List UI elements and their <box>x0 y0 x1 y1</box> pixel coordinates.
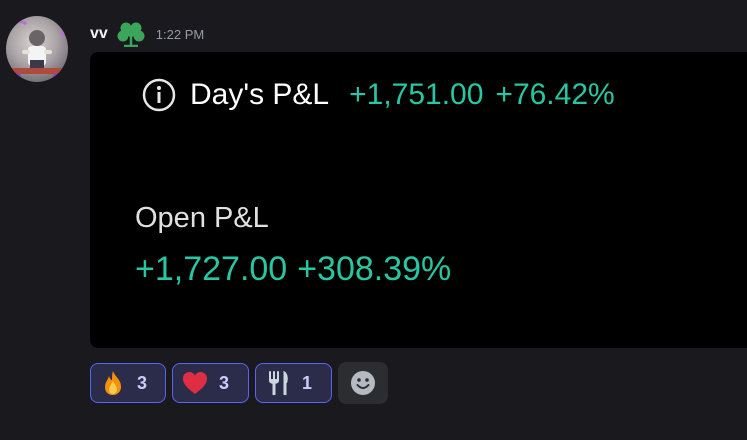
fork-and-knife-icon <box>269 371 288 395</box>
smiley-face-icon <box>351 371 375 395</box>
reaction-count: 3 <box>137 372 148 393</box>
reaction-fork-and-knife[interactable]: 1 <box>255 363 332 403</box>
reaction-count: 1 <box>302 372 313 393</box>
username[interactable]: vv <box>90 25 108 43</box>
open-pl-row: +1,727.00 +308.39% <box>135 250 451 289</box>
day-pl-label: Day's P&L <box>190 78 330 111</box>
message-header: vv 1:22 PM <box>90 21 204 48</box>
fire-icon <box>105 371 121 395</box>
heart-icon <box>183 372 207 394</box>
info-icon <box>142 78 176 112</box>
day-pl-row: Day's P&L +1,751.00 +76.42% <box>142 78 615 112</box>
day-pl-percent: +76.42% <box>495 78 615 111</box>
clover-icon[interactable] <box>116 21 146 48</box>
open-pl-percent: +308.39% <box>297 250 452 288</box>
open-pl-value: +1,727.00 <box>135 250 288 288</box>
reaction-fire[interactable]: 3 <box>90 363 166 403</box>
reaction-count: 3 <box>219 372 230 393</box>
image-attachment[interactable]: Day's P&L +1,751.00 +76.42% Open P&L +1,… <box>90 52 747 348</box>
reaction-heart[interactable]: 3 <box>172 363 249 403</box>
add-reaction-button[interactable] <box>338 362 388 404</box>
day-pl-value: +1,751.00 <box>349 78 484 111</box>
reactions-bar: 3 3 1 <box>90 362 388 404</box>
open-pl-label: Open P&L <box>135 202 269 234</box>
message-timestamp[interactable]: 1:22 PM <box>156 27 204 42</box>
user-avatar[interactable] <box>6 16 68 82</box>
